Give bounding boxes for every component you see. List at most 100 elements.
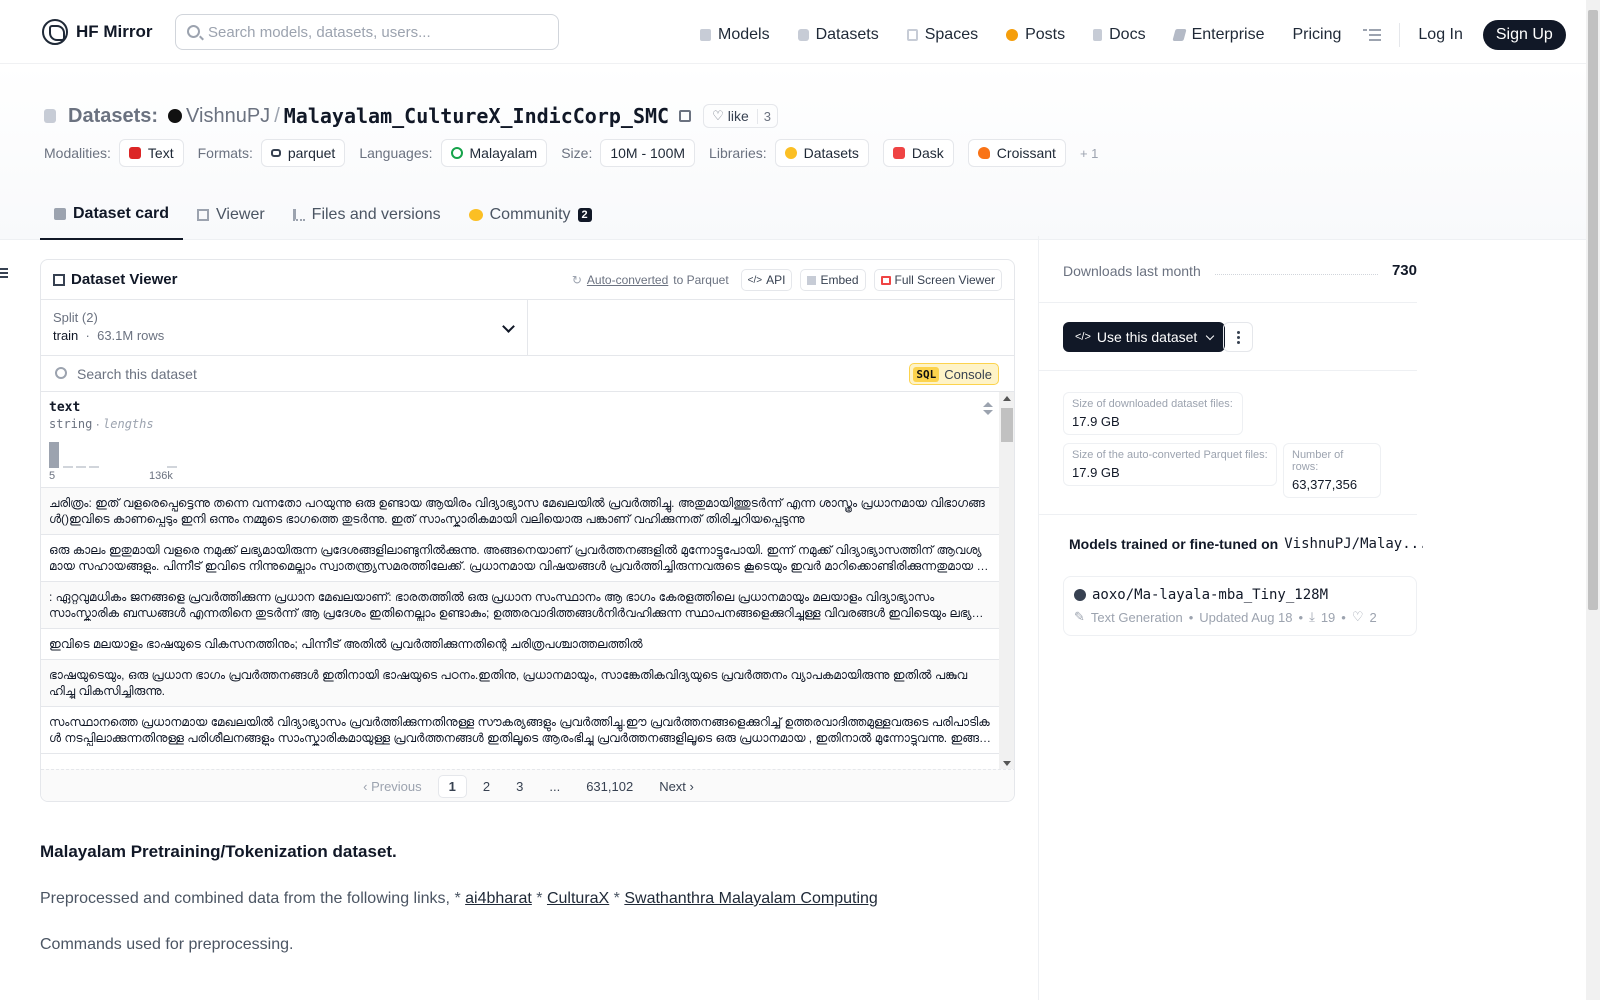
- tag-library-datasets[interactable]: Datasets: [774, 139, 869, 167]
- login-link[interactable]: Log In: [1418, 26, 1462, 44]
- stat-parquet-size: Size of the auto-converted Parquet files…: [1063, 443, 1277, 486]
- tab-viewer[interactable]: Viewer: [183, 190, 279, 240]
- tab-dataset-card[interactable]: Dataset card: [40, 190, 184, 240]
- database-icon: [44, 109, 56, 123]
- scroll-down-icon[interactable]: [1003, 761, 1011, 766]
- libraries-label: Libraries:: [709, 145, 767, 161]
- histogram-bar[interactable]: [63, 466, 73, 468]
- full-screen-button[interactable]: Full Screen Viewer: [873, 269, 1002, 291]
- chevron-down-icon: [1206, 331, 1215, 340]
- more-options-icon[interactable]: [1223, 322, 1253, 352]
- code-icon: </>: [1075, 331, 1091, 343]
- auto-converted-link[interactable]: Auto-converted: [587, 273, 668, 287]
- hf-logo-icon: [42, 19, 68, 45]
- repo-name[interactable]: Malayalam_CultureX_IndicCorp_SMC: [284, 104, 669, 128]
- split-rows: 63.1M rows: [97, 328, 165, 343]
- repo-header: Datasets: VishnuPJ / Malayalam_CultureX_…: [0, 64, 1586, 240]
- signup-button[interactable]: Sign Up: [1482, 20, 1566, 50]
- scroll-thumb[interactable]: [1001, 408, 1013, 442]
- tag-size[interactable]: 10M - 100M: [600, 139, 696, 167]
- tag-modality[interactable]: Text: [118, 139, 184, 167]
- table-row[interactable]: ഭാഷയുടെയും, ഒരു പ്രധാന ഭാഗം പ്രവർത്തനങ്ങ…: [41, 660, 999, 707]
- tag-language[interactable]: Malayalam: [440, 139, 548, 167]
- owner-avatar[interactable]: [168, 109, 183, 123]
- table-row[interactable]: ചരിത്രം: ഇത് വളരെപ്പെട്ടെന്നു തന്നെ വന്ന…: [41, 488, 999, 535]
- viewer-title-text: Dataset Viewer: [71, 271, 178, 288]
- heart-icon: ♡: [1351, 609, 1364, 624]
- link-smc[interactable]: Swathanthra Malayalam Computing: [624, 890, 877, 907]
- use-dataset-button[interactable]: </> Use this dataset: [1063, 322, 1226, 352]
- tab-label: Dataset card: [73, 205, 170, 222]
- stat-value: 17.9 GB: [1072, 414, 1120, 429]
- table-row[interactable]: : ഏറ്റവുമധികം ജനങ്ങളെ പ്രവർത്തിക്കുന്ന പ…: [41, 582, 999, 629]
- table-scrollbar[interactable]: [999, 392, 1014, 770]
- model-downloads: 19: [1320, 609, 1336, 625]
- nav-datasets[interactable]: Datasets: [797, 26, 879, 44]
- nav-enterprise[interactable]: Enterprise: [1171, 26, 1264, 44]
- scroll-up-icon[interactable]: [1003, 396, 1011, 401]
- api-button[interactable]: </> API: [740, 269, 793, 291]
- page-scrollbar[interactable]: [1586, 0, 1600, 1000]
- formats-label: Formats:: [197, 145, 253, 161]
- like-count[interactable]: 3: [756, 108, 777, 124]
- right-sidebar: Downloads last month 730 </> Use this da…: [1038, 236, 1586, 1000]
- like-label: like: [727, 108, 749, 124]
- histogram-bar[interactable]: [49, 442, 59, 468]
- link-ai4bharat[interactable]: ai4bharat: [465, 890, 532, 907]
- nav-docs[interactable]: Docs: [1093, 26, 1146, 44]
- embed-button[interactable]: Embed: [800, 269, 866, 291]
- global-search[interactable]: [175, 14, 559, 50]
- histogram-bar[interactable]: [76, 466, 86, 468]
- files-icon: [292, 209, 305, 221]
- repo-kind[interactable]: Datasets:: [68, 105, 158, 128]
- tab-files[interactable]: Files and versions: [279, 190, 455, 240]
- sort-icon[interactable]: [983, 402, 993, 416]
- like-button[interactable]: ♡ like 3: [703, 104, 778, 128]
- nav-models[interactable]: Models: [700, 26, 770, 44]
- table-row[interactable]: ഒരു കാലം ഇതുമായി വളരെ നമുക്ക് ലഭ്യമായിരു…: [41, 535, 999, 582]
- link-culturax[interactable]: CulturaX: [547, 890, 609, 907]
- nav-spaces[interactable]: Spaces: [906, 26, 978, 44]
- table-row[interactable]: ഇവിടെ മലയാളം ഭാഷയുടെ വികസനത്തിനും; പിന്ന…: [41, 629, 999, 660]
- tag-library-dask[interactable]: Dask: [882, 139, 954, 167]
- split-selector[interactable]: Split (2) train · 63.1M rows: [41, 300, 528, 355]
- histogram-bar[interactable]: [89, 466, 99, 468]
- cell-text: ഇവിടെ മലയാളം ഭാഷയുടെ വികസനത്തിനും; പിന്ന…: [49, 637, 643, 651]
- page-last[interactable]: 631,102: [576, 776, 643, 797]
- model-card[interactable]: aoxo/Ma-layala-mba_Tiny_128M ✎ Text Gene…: [1063, 576, 1417, 636]
- tag-format[interactable]: parquet: [260, 139, 346, 167]
- sidebar-toggle-icon[interactable]: [0, 268, 10, 278]
- model-task: Text Generation: [1090, 609, 1183, 625]
- text-generation-icon: ✎: [1074, 609, 1085, 624]
- croissant-icon: [977, 147, 990, 159]
- page-scroll-thumb[interactable]: [1588, 10, 1598, 610]
- page-ellipsis: ...: [549, 779, 561, 794]
- page-2[interactable]: 2: [473, 776, 500, 797]
- brand[interactable]: HF Mirror: [42, 19, 153, 45]
- more-tags[interactable]: + 1: [1080, 146, 1098, 161]
- sql-console-button[interactable]: SQL Console: [909, 363, 999, 385]
- table-row[interactable]: സംസ്ഥാനത്തെ പ്രധാനമായ മേഖലയിൽ വിദ്യാഭ്യാ…: [41, 707, 999, 754]
- tab-community[interactable]: Community 2: [455, 190, 606, 240]
- stat-label: Size of the auto-converted Parquet files…: [1072, 449, 1268, 461]
- nav-pricing[interactable]: Pricing: [1292, 26, 1341, 44]
- dataset-search-input[interactable]: [77, 365, 677, 382]
- next-page-button[interactable]: Next ›: [649, 776, 704, 797]
- length-histogram[interactable]: [49, 442, 179, 468]
- menu-icon[interactable]: [1363, 29, 1382, 41]
- model-updated: Updated Aug 18: [1199, 609, 1293, 625]
- model-meta: ✎ Text Generation • Updated Aug 18 • ⤓ 19…: [1074, 609, 1377, 625]
- tag-library-croissant[interactable]: Croissant: [967, 139, 1066, 167]
- nav-posts[interactable]: Posts: [1006, 26, 1065, 44]
- global-search-input[interactable]: [208, 23, 538, 41]
- download-icon: ⤓: [1309, 609, 1315, 624]
- previous-page-button[interactable]: ‹ Previous: [353, 776, 432, 797]
- page-3[interactable]: 3: [506, 776, 533, 797]
- repo-tabs: Dataset card Viewer Files and versions C…: [40, 190, 606, 240]
- copy-icon[interactable]: [679, 110, 692, 122]
- histogram-bar[interactable]: [167, 466, 177, 468]
- dataset-search[interactable]: SQL Console: [41, 356, 1014, 392]
- divider: [1039, 370, 1417, 371]
- page-1[interactable]: 1: [437, 775, 467, 798]
- repo-owner[interactable]: VishnuPJ: [186, 105, 270, 128]
